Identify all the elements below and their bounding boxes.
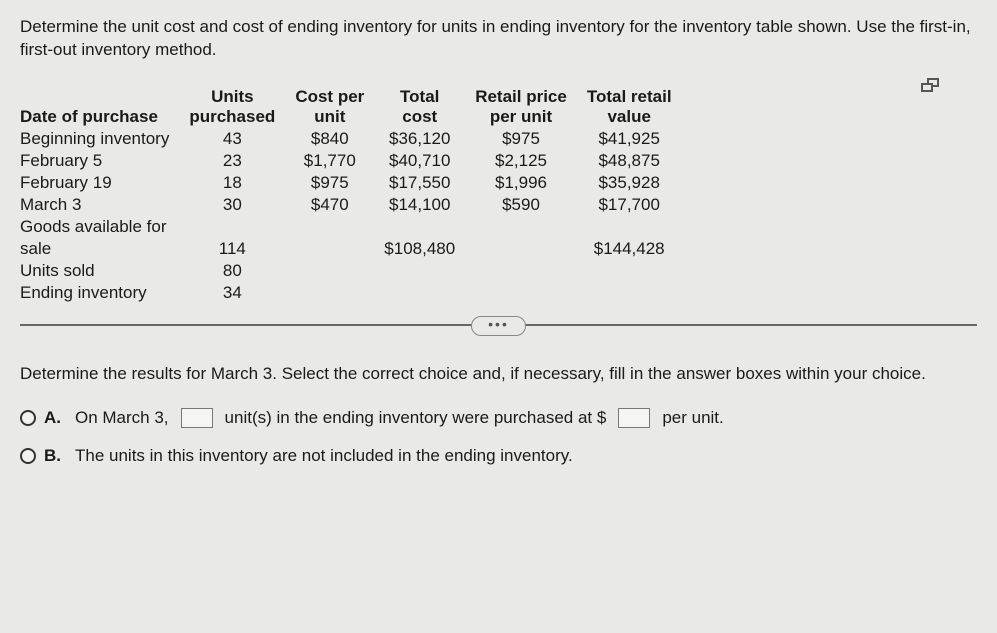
col-header-retail-price: Retail priceper unit bbox=[465, 86, 577, 128]
col-header-cost-per-unit: Cost perunit bbox=[285, 86, 374, 128]
inventory-table: Date of purchase Unitspurchased Cost per… bbox=[20, 86, 977, 304]
cell-rpu: $2,125 bbox=[465, 150, 577, 172]
cell-total: $14,100 bbox=[374, 194, 465, 216]
col-header-units: Unitspurchased bbox=[179, 86, 285, 128]
col-header-total-cost: Totalcost bbox=[374, 86, 465, 128]
cell-units: 80 bbox=[179, 260, 285, 282]
row-label: Units sold bbox=[20, 260, 179, 282]
cell-trv: $48,875 bbox=[577, 150, 682, 172]
row-label: Ending inventory bbox=[20, 282, 179, 304]
cell-trv: $17,700 bbox=[577, 194, 682, 216]
choice-a-price-input[interactable] bbox=[618, 408, 650, 428]
cell-units: 114 bbox=[179, 238, 285, 260]
table-row: February 5 23 $1,770 $40,710 $2,125 $48,… bbox=[20, 150, 682, 172]
table-row-gafs-l1: Goods available for bbox=[20, 216, 682, 238]
row-label: Beginning inventory bbox=[20, 128, 179, 150]
cell-rpu: $975 bbox=[465, 128, 577, 150]
col-header-total-retail: Total retailvalue bbox=[577, 86, 682, 128]
cell-rpu: $1,996 bbox=[465, 172, 577, 194]
cell-trv: $144,428 bbox=[577, 238, 682, 260]
cell-units: 18 bbox=[179, 172, 285, 194]
cell-cpu: $470 bbox=[285, 194, 374, 216]
table-row-units-sold: Units sold 80 bbox=[20, 260, 682, 282]
cell-total: $40,710 bbox=[374, 150, 465, 172]
table-row: February 19 18 $975 $17,550 $1,996 $35,9… bbox=[20, 172, 682, 194]
cell-units: 43 bbox=[179, 128, 285, 150]
choice-b-text: The units in this inventory are not incl… bbox=[75, 446, 573, 466]
choice-a-units-input[interactable] bbox=[181, 408, 213, 428]
col-header-date: Date of purchase bbox=[20, 86, 179, 128]
table-row: March 3 30 $470 $14,100 $590 $17,700 bbox=[20, 194, 682, 216]
popout-window-icon[interactable] bbox=[921, 78, 939, 92]
table-row-ending-inventory: Ending inventory 34 bbox=[20, 282, 682, 304]
question-instruction: Determine the unit cost and cost of endi… bbox=[20, 16, 977, 62]
cell-units: 34 bbox=[179, 282, 285, 304]
cell-rpu: $590 bbox=[465, 194, 577, 216]
choice-a-text-mid: unit(s) in the ending inventory were pur… bbox=[225, 408, 607, 428]
radio-choice-a[interactable] bbox=[20, 410, 36, 426]
cell-total: $36,120 bbox=[374, 128, 465, 150]
cell-cpu: $1,770 bbox=[285, 150, 374, 172]
row-label: Goods available for bbox=[20, 216, 179, 238]
row-label: sale bbox=[20, 238, 179, 260]
cell-trv: $35,928 bbox=[577, 172, 682, 194]
cell-cpu: $840 bbox=[285, 128, 374, 150]
cell-cpu: $975 bbox=[285, 172, 374, 194]
choice-b-letter: B. bbox=[44, 446, 61, 466]
radio-choice-b[interactable] bbox=[20, 448, 36, 464]
choice-a-row: A. On March 3, unit(s) in the ending inv… bbox=[20, 408, 977, 428]
row-label: March 3 bbox=[20, 194, 179, 216]
choice-a-letter: A. bbox=[44, 408, 61, 428]
choice-a-text-post: per unit. bbox=[662, 408, 723, 428]
expand-ellipsis-button[interactable]: ••• bbox=[471, 316, 526, 336]
row-label: February 5 bbox=[20, 150, 179, 172]
table-row: Beginning inventory 43 $840 $36,120 $975… bbox=[20, 128, 682, 150]
cell-total: $108,480 bbox=[374, 238, 465, 260]
cell-units: 30 bbox=[179, 194, 285, 216]
choice-a-text-pre: On March 3, bbox=[75, 408, 169, 428]
sub-question-text: Determine the results for March 3. Selec… bbox=[20, 362, 977, 386]
cell-units: 23 bbox=[179, 150, 285, 172]
table-row-gafs-l2: sale 114 $108,480 $144,428 bbox=[20, 238, 682, 260]
row-label: February 19 bbox=[20, 172, 179, 194]
cell-total: $17,550 bbox=[374, 172, 465, 194]
choice-b-row: B. The units in this inventory are not i… bbox=[20, 446, 977, 466]
cell-trv: $41,925 bbox=[577, 128, 682, 150]
